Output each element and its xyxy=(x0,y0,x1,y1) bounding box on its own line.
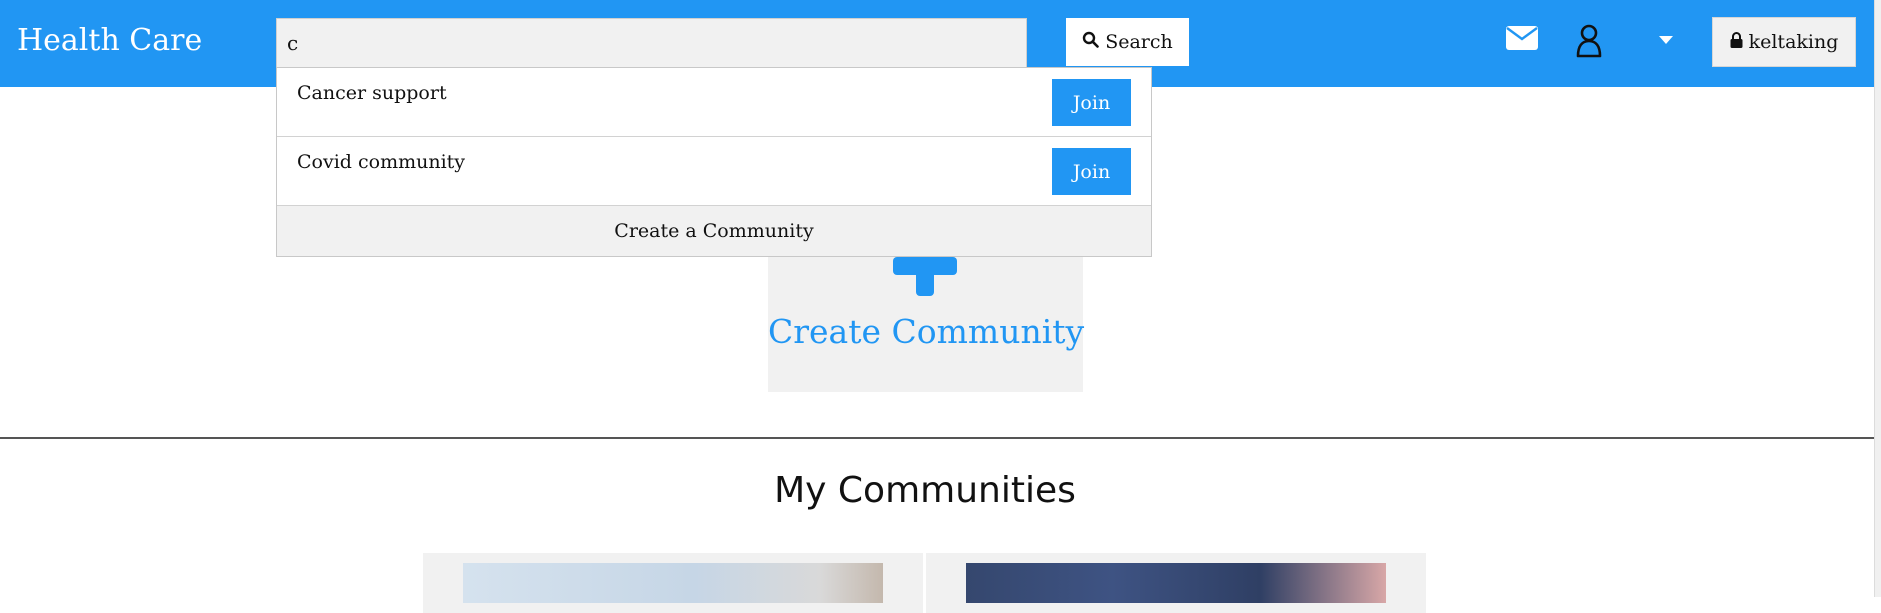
user-icon[interactable] xyxy=(1573,24,1605,58)
join-button[interactable]: Join xyxy=(1052,79,1131,126)
lock-icon xyxy=(1730,31,1743,53)
create-community-option[interactable]: Create a Community xyxy=(277,206,1151,256)
username-label: keltaking xyxy=(1748,31,1839,53)
brand-title[interactable]: Health Care xyxy=(17,23,202,58)
section-divider xyxy=(0,437,1874,439)
search-icon xyxy=(1082,31,1100,53)
create-community-label: Create Community xyxy=(768,312,1085,351)
search-button[interactable]: Search xyxy=(1066,18,1189,66)
community-image[interactable] xyxy=(463,563,883,603)
page-scrollbar[interactable] xyxy=(1874,0,1881,597)
caret-down-icon[interactable] xyxy=(1658,36,1674,44)
mail-icon[interactable] xyxy=(1505,26,1538,50)
community-result-label: Covid community xyxy=(297,151,466,173)
community-image[interactable] xyxy=(966,563,1386,603)
search-input[interactable] xyxy=(276,18,1027,67)
list-item[interactable]: Cancer support Join xyxy=(277,68,1151,137)
join-button[interactable]: Join xyxy=(1052,148,1131,195)
list-item[interactable]: Covid community Join xyxy=(277,137,1151,206)
my-communities-heading: My Communities xyxy=(774,470,1076,511)
search-button-label: Search xyxy=(1105,31,1173,53)
community-result-label: Cancer support xyxy=(297,82,447,104)
search-results-dropdown: Cancer support Join Covid community Join… xyxy=(276,67,1152,257)
user-menu-button[interactable]: keltaking xyxy=(1712,17,1856,67)
